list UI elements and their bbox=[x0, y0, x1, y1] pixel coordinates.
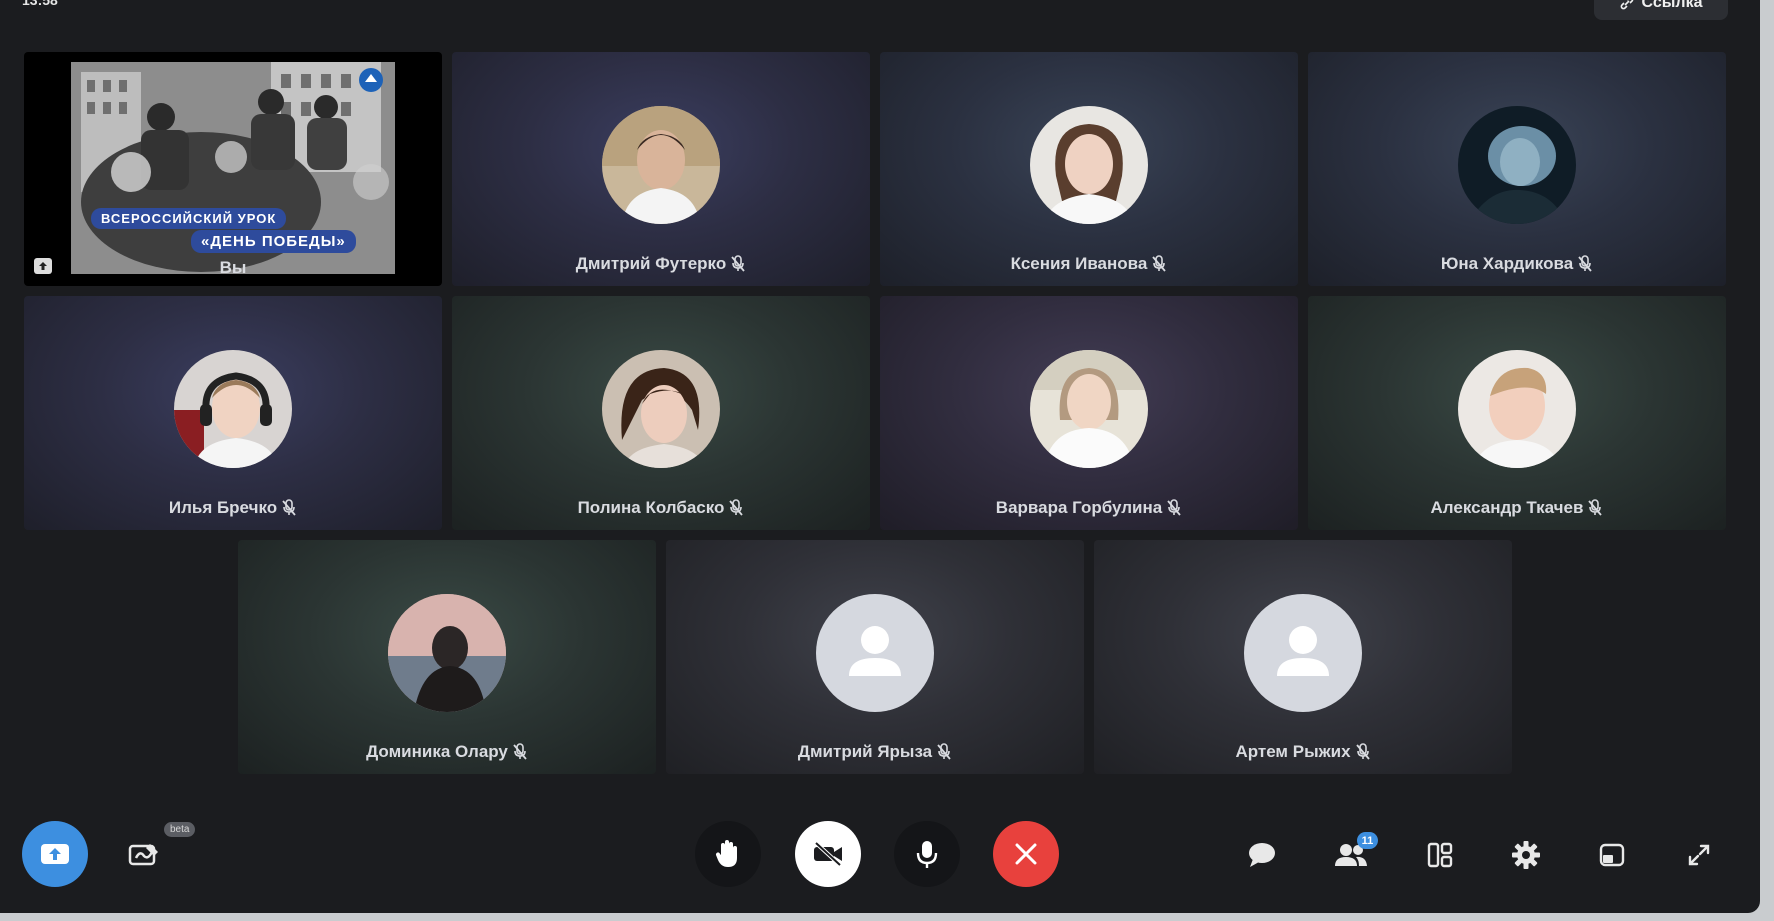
avatar bbox=[388, 594, 506, 712]
participant-name: Дмитрий Футерко bbox=[452, 254, 870, 274]
video-tile-participant[interactable]: Полина Колбаско bbox=[452, 296, 870, 530]
end-call-icon bbox=[1015, 843, 1037, 865]
participant-name: Илья Бречко bbox=[24, 498, 442, 518]
raise-hand-button[interactable] bbox=[695, 821, 761, 887]
avatar bbox=[1458, 106, 1576, 224]
video-tile-participant[interactable]: Дмитрий Ярыза bbox=[666, 540, 1084, 774]
video-tile-participant[interactable]: Артем Рыжих bbox=[1094, 540, 1512, 774]
mic-muted-icon bbox=[1588, 499, 1603, 516]
video-tile-participant[interactable]: Варвара Горбулина bbox=[880, 296, 1298, 530]
mic-muted-icon bbox=[729, 499, 744, 516]
participant-name: Дмитрий Ярыза bbox=[666, 742, 1084, 762]
user-placeholder-icon bbox=[1277, 626, 1329, 676]
presentation-title-line2: «ДЕНЬ ПОБЕДЫ» bbox=[191, 230, 356, 253]
end-call-button[interactable] bbox=[993, 821, 1059, 887]
video-tile-participant[interactable]: Ксения Иванова bbox=[880, 52, 1298, 286]
mic-muted-icon bbox=[731, 255, 745, 272]
picture-in-picture-button[interactable] bbox=[1590, 833, 1634, 877]
share-screen-icon bbox=[41, 844, 69, 864]
microphone-icon bbox=[916, 841, 938, 868]
video-tile-participant[interactable]: Александр Ткачев bbox=[1308, 296, 1726, 530]
video-tile-participant[interactable]: Юна Хардикова bbox=[1308, 52, 1726, 286]
mic-muted-icon bbox=[1355, 743, 1370, 760]
settings-button[interactable] bbox=[1504, 833, 1548, 877]
self-name-label: Вы bbox=[219, 258, 247, 277]
share-screen-button[interactable] bbox=[22, 821, 88, 887]
avatar bbox=[1458, 350, 1576, 468]
whiteboard-icon bbox=[128, 844, 158, 866]
fullscreen-button[interactable] bbox=[1677, 833, 1721, 877]
layout-button[interactable] bbox=[1418, 833, 1462, 877]
mic-muted-icon bbox=[1152, 255, 1167, 272]
mic-muted-icon bbox=[1578, 255, 1592, 272]
video-tile-participant[interactable]: Доминика Олару bbox=[238, 540, 656, 774]
video-tile-participant[interactable]: Дмитрий Футерко bbox=[452, 52, 870, 286]
whiteboard-button[interactable] bbox=[122, 833, 166, 877]
avatar bbox=[602, 350, 720, 468]
user-placeholder-icon bbox=[849, 626, 901, 676]
participant-name: Александр Ткачев bbox=[1308, 498, 1726, 518]
mic-muted-icon bbox=[937, 743, 951, 760]
video-tile-self[interactable]: ВСЕРОССИЙСКИЙ УРОК «ДЕНЬ ПОБЕДЫ» Вы bbox=[24, 52, 442, 286]
layout-icon bbox=[1427, 842, 1453, 868]
participant-name: Артем Рыжих bbox=[1094, 742, 1512, 762]
avatar-placeholder bbox=[1244, 594, 1362, 712]
beta-badge: beta bbox=[164, 822, 196, 837]
fullscreen-icon bbox=[1688, 844, 1710, 866]
participant-name: Полина Колбаско bbox=[452, 498, 870, 518]
avatar-placeholder bbox=[816, 594, 934, 712]
raise-hand-icon bbox=[715, 840, 737, 867]
participant-name: Доминика Олару bbox=[238, 742, 656, 762]
presentation-title-line1: ВСЕРОССИЙСКИЙ УРОК bbox=[91, 208, 287, 229]
chat-button[interactable] bbox=[1240, 833, 1284, 877]
avatar bbox=[1030, 350, 1148, 468]
pip-icon bbox=[1599, 843, 1625, 867]
participants-count-badge: 11 bbox=[1357, 832, 1378, 849]
participant-name: Ксения Иванова bbox=[880, 254, 1298, 274]
avatar bbox=[1030, 106, 1148, 224]
settings-icon bbox=[1512, 841, 1540, 869]
participant-name: Варвара Горбулина bbox=[880, 498, 1298, 518]
mic-muted-icon bbox=[1167, 499, 1181, 516]
avatar bbox=[602, 106, 720, 224]
camera-toggle-button[interactable] bbox=[795, 821, 861, 887]
camera-off-icon bbox=[814, 841, 842, 867]
chat-icon bbox=[1249, 843, 1275, 867]
copy-link-label: Ссылка bbox=[1641, 0, 1703, 11]
microphone-toggle-button[interactable] bbox=[894, 821, 960, 887]
copy-link-button[interactable]: Ссылка bbox=[1594, 0, 1728, 20]
link-icon bbox=[1620, 0, 1633, 10]
clock-time: 13:58 bbox=[22, 0, 58, 8]
mic-muted-icon bbox=[282, 499, 296, 516]
shared-presentation-preview: ВСЕРОССИЙСКИЙ УРОК «ДЕНЬ ПОБЕДЫ» bbox=[71, 62, 395, 274]
conference-window: 13:58 Ссылка ВСЕРОССИЙСКИЙ УРОК «ДЕНЬ ПО… bbox=[0, 0, 1760, 913]
mic-muted-icon bbox=[513, 743, 527, 760]
avatar bbox=[174, 350, 292, 468]
participant-name: Юна Хардикова bbox=[1308, 254, 1726, 274]
video-tile-participant[interactable]: Илья Бречко bbox=[24, 296, 442, 530]
